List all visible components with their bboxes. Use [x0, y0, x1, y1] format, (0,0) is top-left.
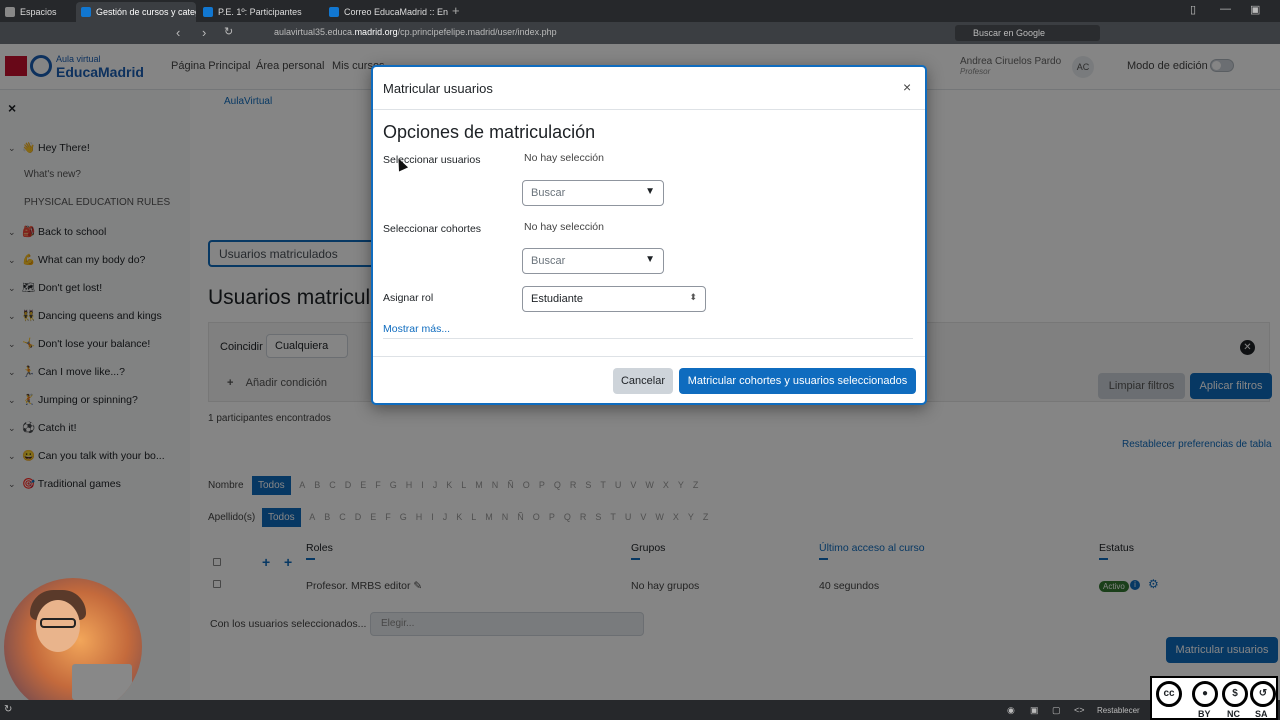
select-cohorts-search[interactable]: Buscar ▼: [522, 248, 664, 274]
show-more-link[interactable]: Mostrar más...: [383, 323, 450, 335]
by-icon: ●: [1192, 681, 1218, 707]
reset-zoom-label[interactable]: Restablecer: [1097, 706, 1140, 715]
mail-icon: [329, 7, 339, 17]
tab-course-management[interactable]: Gestión de cursos y categorías: [76, 2, 196, 22]
address-bar: ‹ › ↻ aulavirtual35.educa.madrid.org/cp.…: [0, 22, 1280, 44]
tab-mail[interactable]: Correo EducaMadrid :: Entrada: [324, 2, 448, 22]
divider: [383, 338, 913, 339]
back-icon[interactable]: ‹: [176, 25, 180, 40]
tab-spaces[interactable]: Espacios: [0, 2, 74, 22]
close-icon[interactable]: ×: [903, 79, 911, 95]
window-icon[interactable]: ▢: [1052, 705, 1061, 716]
maximize-icon[interactable]: ▣: [1250, 3, 1260, 16]
nc-icon: $: [1222, 681, 1248, 707]
tab-participants[interactable]: P.E. 1º: Participantes: [198, 2, 322, 22]
cc-icon: cc: [1156, 681, 1182, 707]
moodle-icon: [81, 7, 91, 17]
select-cohorts-selection: No hay selección: [524, 221, 604, 233]
url-field[interactable]: aulavirtual35.educa.madrid.org/cp.princi…: [240, 25, 950, 41]
forward-icon[interactable]: ›: [202, 25, 206, 40]
screenshot-icon[interactable]: ▣: [1030, 705, 1039, 716]
new-tab-icon[interactable]: +: [452, 3, 460, 18]
browser-tab-bar: Espacios Gestión de cursos y categorías …: [0, 0, 1280, 22]
webcam-avatar: [4, 578, 142, 716]
cc-license-badge: cc ● $ ↺ BY NC SA: [1150, 676, 1278, 720]
bookmark-window-icon[interactable]: ▯: [1190, 3, 1196, 16]
enrolment-options-heading: Opciones de matriculación: [383, 122, 596, 142]
spaces-icon: [5, 7, 15, 17]
code-icon[interactable]: <>: [1074, 705, 1085, 715]
minimize-icon[interactable]: —: [1220, 3, 1231, 15]
assign-role-label: Asignar rol: [383, 292, 434, 304]
select-users-selection: No hay selección: [524, 152, 604, 164]
dropdown-arrow-icon[interactable]: ▼: [645, 254, 655, 265]
enrol-selected-button[interactable]: Matricular cohortes y usuarios seleccion…: [679, 368, 916, 394]
sync-icon[interactable]: ↻: [4, 704, 12, 715]
graduation-cap-icon: [203, 7, 213, 17]
dropdown-arrow-icon[interactable]: ▼: [645, 186, 655, 197]
divider: [373, 356, 925, 357]
cancel-button[interactable]: Cancelar: [613, 368, 673, 394]
sa-label: SA: [1255, 709, 1268, 719]
sa-icon: ↺: [1250, 681, 1276, 707]
divider: [373, 109, 925, 110]
google-search-input[interactable]: Buscar en Google: [955, 25, 1100, 41]
by-label: BY: [1198, 709, 1211, 719]
select-cohorts-label: Seleccionar cohortes: [383, 223, 482, 235]
enrol-users-modal: Matricular usuarios × Opciones de matric…: [371, 65, 927, 405]
select-users-search[interactable]: Buscar ▼: [522, 180, 664, 206]
camera-icon[interactable]: ◉: [1007, 705, 1015, 716]
browser-status-bar: ↻ ◉ ▣ ▢ <> Restablecer: [0, 700, 1280, 720]
nc-label: NC: [1227, 709, 1240, 719]
assign-role-select[interactable]: Estudiante ⬍: [522, 286, 706, 312]
reload-icon[interactable]: ↻: [224, 25, 233, 38]
modal-title: Matricular usuarios: [383, 81, 493, 96]
select-arrows-icon: ⬍: [689, 292, 697, 302]
